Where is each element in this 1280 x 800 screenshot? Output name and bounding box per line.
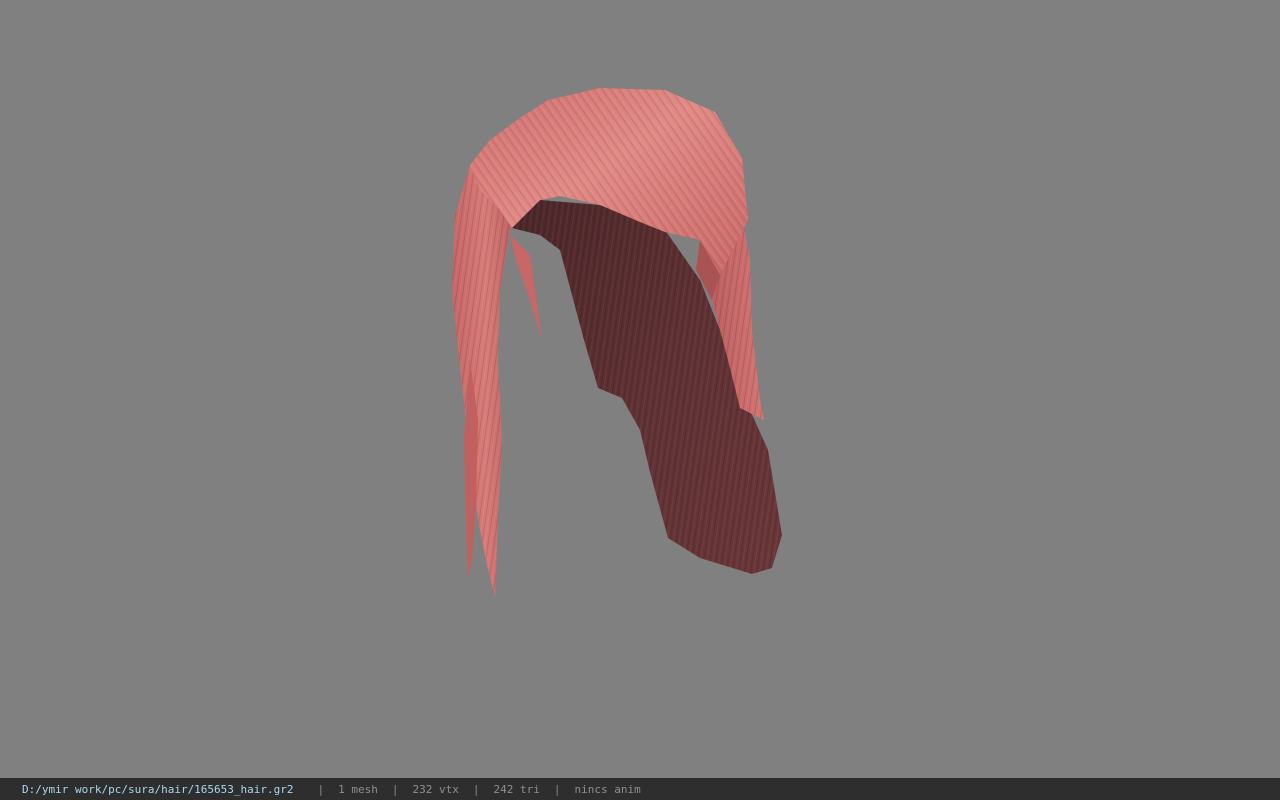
model-viewer-window: D:/ymir work/pc/sura/hair/165653_hair.gr… bbox=[0, 0, 1280, 800]
triangle-count: 242 tri bbox=[493, 782, 540, 796]
vertex-count: 232 vtx bbox=[412, 782, 459, 796]
status-separator: | bbox=[317, 782, 325, 796]
hair-model-render bbox=[452, 88, 782, 598]
mesh-count: 1 mesh bbox=[338, 782, 378, 796]
status-separator: | bbox=[553, 782, 561, 796]
status-separator: | bbox=[391, 782, 399, 796]
status-bar: D:/ymir work/pc/sura/hair/165653_hair.gr… bbox=[0, 778, 1280, 800]
file-path-label: D:/ymir work/pc/sura/hair/165653_hair.gr… bbox=[22, 782, 294, 796]
3d-viewport[interactable] bbox=[0, 0, 1280, 778]
animation-status: nincs anim bbox=[574, 782, 641, 796]
status-separator: | bbox=[472, 782, 480, 796]
